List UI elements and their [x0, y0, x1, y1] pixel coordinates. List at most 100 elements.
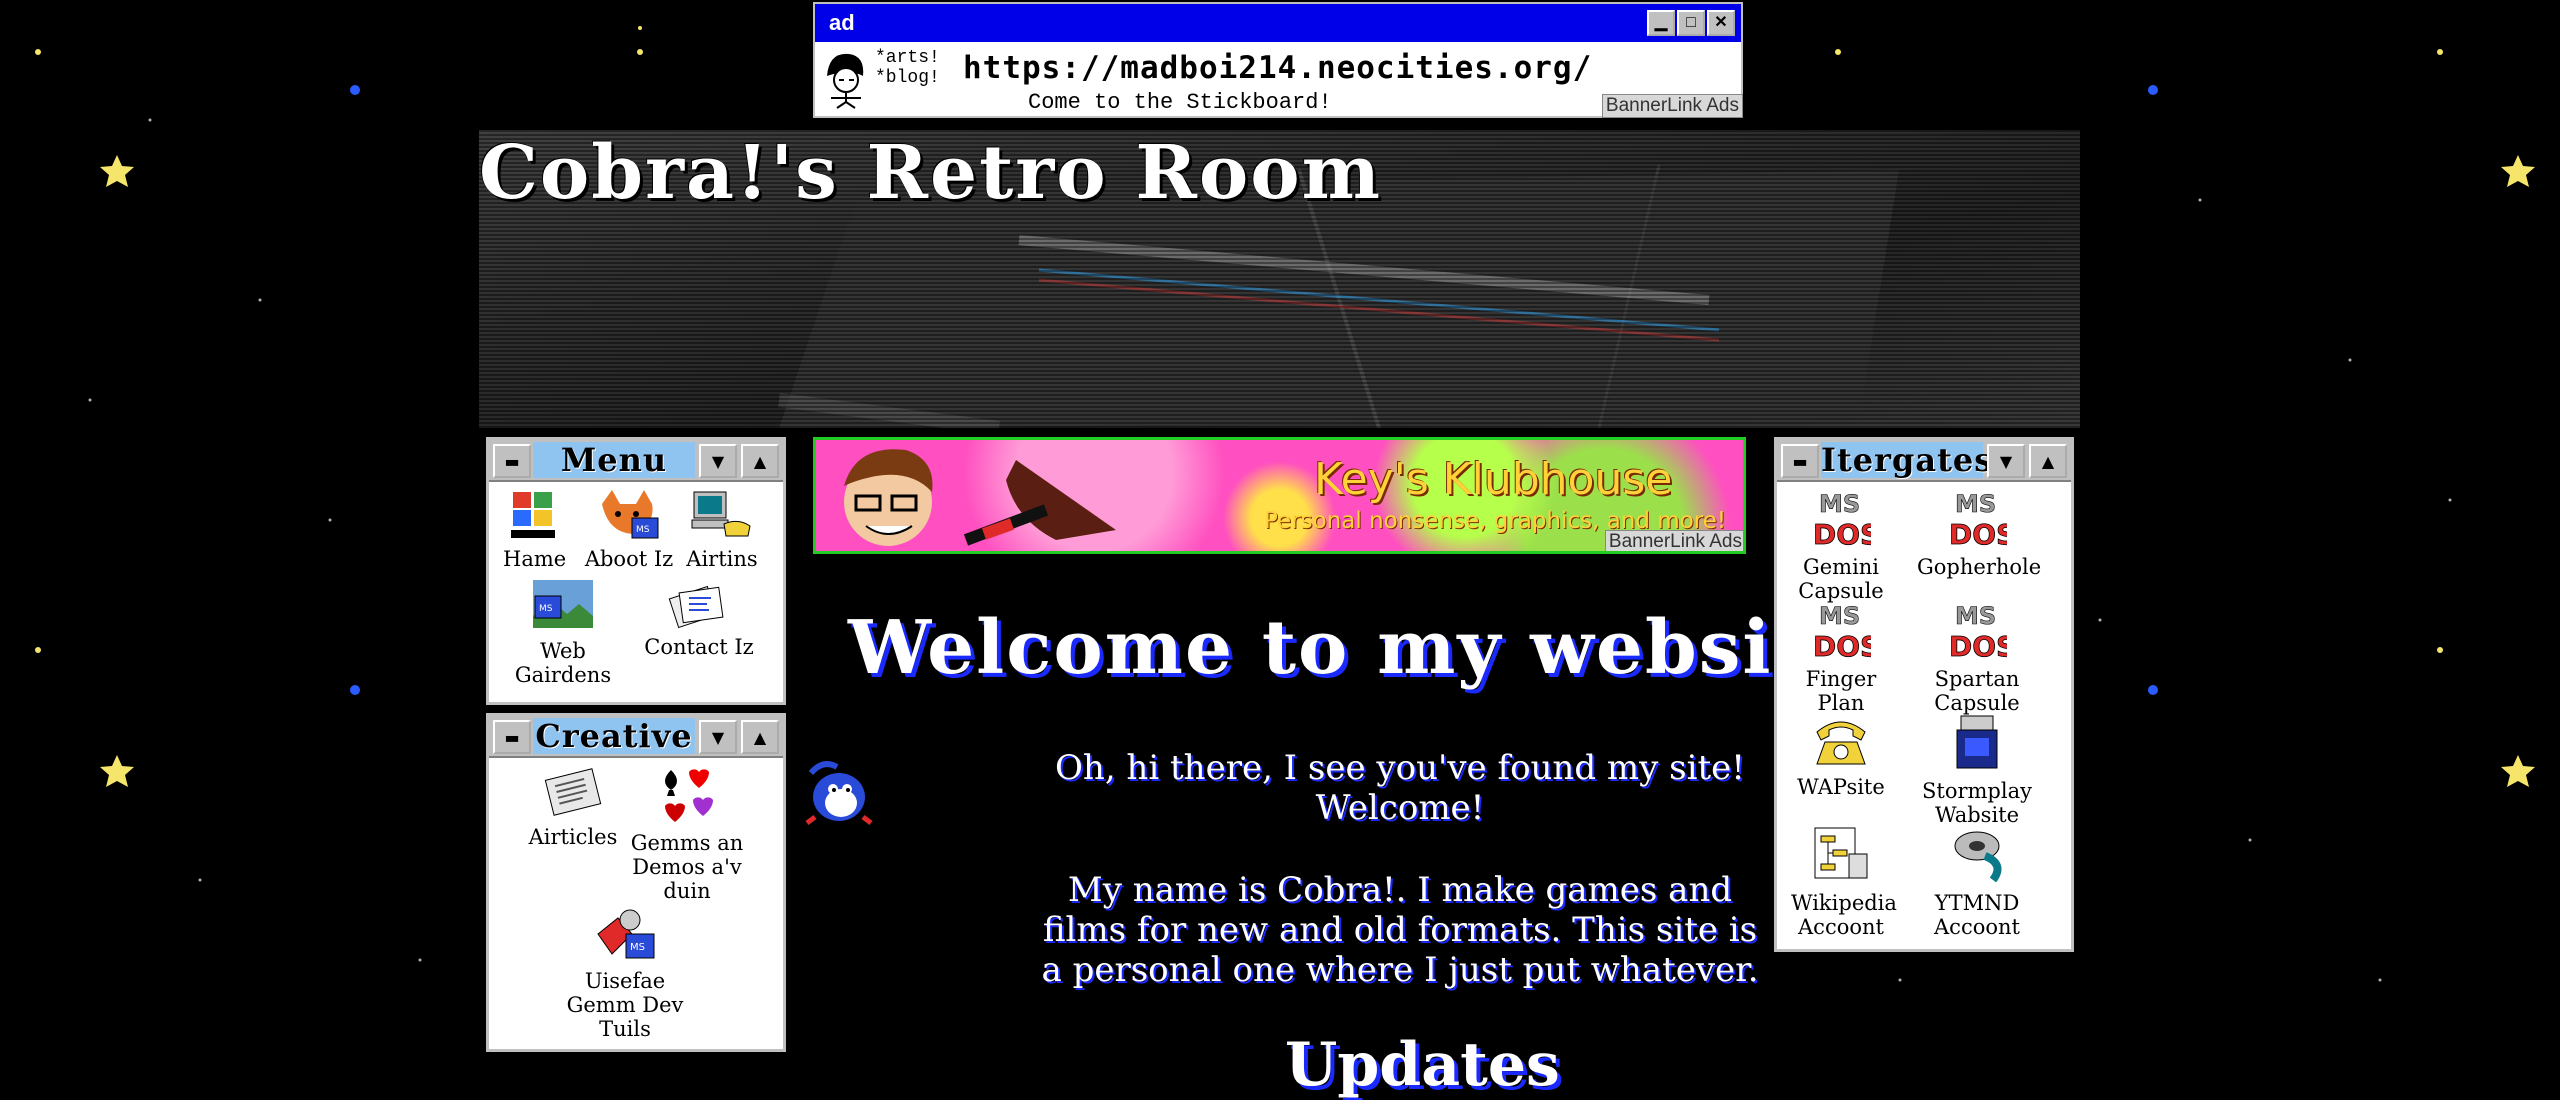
link-item-gemini[interactable]: MS DOS Gemini Capsule [1791, 488, 1891, 603]
svg-text:MS: MS [1819, 490, 1860, 518]
link-item-label: WAPsite [1797, 775, 1885, 799]
svg-text:MS: MS [539, 604, 553, 614]
stick-figure-icon [827, 53, 864, 109]
minimize-arrow-icon[interactable]: ▼ [699, 444, 737, 478]
itergates-panel-title: Itergates [1821, 441, 1994, 479]
link-item-wapsite[interactable]: WAPsite [1791, 712, 1891, 799]
computer-phone-icon [691, 491, 751, 537]
minimize-arrow-icon[interactable]: ▼ [699, 720, 737, 754]
menu-item-web-gairdens[interactable]: MS Web Gairdens [513, 576, 613, 687]
film-reel-icon [1954, 831, 2002, 883]
close-icon[interactable]: ✕ [1707, 10, 1735, 36]
msdos-tools-icon: MS [597, 909, 655, 959]
menu-item-aboot-iz[interactable]: MS Aboot Iz [579, 488, 679, 571]
maximize-arrow-icon[interactable]: ▲ [2029, 444, 2067, 478]
intro-line-1: Oh, hi there, I see you've found my site… [1055, 748, 1745, 788]
about-line-1: My name is Cobra!. I make games and [1067, 870, 1733, 910]
svg-text:MS: MS [1955, 490, 1996, 518]
maximize-arrow-icon[interactable]: ▲ [741, 444, 779, 478]
telephone-icon [1816, 721, 1866, 765]
intro-paragraph: Oh, hi there, I see you've found my site… [1030, 748, 1770, 828]
link-item-wikipedia[interactable]: Wikipedia Accoont [1791, 824, 1897, 939]
control-menu-icon[interactable]: ▬ [493, 720, 531, 754]
menu-item-contact-iz[interactable]: Contact Iz [639, 576, 759, 659]
intro-line-2: Welcome! [1315, 788, 1485, 828]
svg-text:DOS: DOS [1949, 518, 2007, 548]
msdos-icon: MS DOS [1949, 490, 2017, 552]
newspaper-icon [544, 768, 602, 816]
msdos-icon: MS DOS [1813, 490, 1881, 552]
svg-text:DOS: DOS [1813, 518, 1871, 548]
welcome-heading: Welcome to my website! [848, 605, 1893, 691]
ad-window-title: ad [829, 10, 855, 35]
about-paragraph: My name is Cobra!. I make games and film… [1030, 870, 1770, 990]
link-item-label: YTMND Accoont [1934, 891, 2020, 939]
creative-item-label: Gemms an Demos a'v duin [630, 831, 744, 903]
svg-text:DOS: DOS [1813, 630, 1871, 660]
header-banner: Cobra!'s Retro Room [479, 130, 2080, 428]
creative-item-label: Airticles [528, 825, 618, 849]
menu-item-airtins[interactable]: Airtins [679, 488, 765, 571]
about-line-3: a personal one where I just put whatever… [1041, 950, 1759, 990]
card-suits-icon [665, 769, 713, 822]
link-item-stormplay[interactable]: Stormplay Wabsite [1917, 712, 2037, 827]
itergates-panel-titlebar: ▬ Itergates ▼ ▲ [1777, 440, 2071, 482]
creative-item-label: Uisefae Gemm Dev Tuils [566, 969, 684, 1041]
about-line-2: films for new and old formats. This site… [1042, 910, 1758, 950]
wikipedia-chart-icon [1814, 827, 1868, 879]
menu-item-label: Contact Iz [644, 635, 754, 659]
svg-text:MS: MS [636, 525, 650, 535]
stormplay-icon [1956, 715, 1998, 769]
klubhouse-banner[interactable]: Key's Klubhouse Personal nonsense, graph… [813, 437, 1746, 554]
svg-text:MS: MS [1955, 602, 1996, 630]
link-item-label: Finger Plan [1805, 667, 1877, 715]
link-item-label: Gemini Capsule [1798, 555, 1884, 603]
creative-panel: ▬ Creative ▼ ▲ Airticles Gemms an Demos … [486, 713, 786, 1052]
menu-panel: ▬ Menu ▼ ▲ Hame MS Aboot Iz Airtins MS W… [486, 437, 786, 705]
menu-panel-title: Menu [533, 442, 695, 478]
bannerlink-ads-link[interactable]: BannerLink Ads [1604, 530, 1743, 551]
svg-text:MS: MS [630, 942, 645, 953]
minimize-arrow-icon[interactable]: ▼ [1987, 444, 2025, 478]
link-item-spartan[interactable]: MS DOS Spartan Capsule [1917, 600, 2037, 715]
klubhouse-title: Key's Klubhouse [1314, 454, 1673, 505]
menu-item-label: Airtins [686, 547, 758, 571]
link-item-label: Wikipedia Accoont [1791, 891, 1897, 939]
control-menu-icon[interactable]: ▬ [1781, 444, 1819, 478]
control-menu-icon[interactable]: ▬ [493, 444, 531, 478]
creative-item-uisefae-tuils[interactable]: MS Uisefae Gemm Dev Tuils [565, 904, 685, 1041]
ad-tagline: *arts! *blog! [875, 48, 940, 88]
site-title: Cobra!'s Retro Room [479, 130, 1382, 216]
bannerlink-ads-link[interactable]: BannerLink Ads [1601, 94, 1743, 118]
updates-heading: Updates [1285, 1030, 1560, 1100]
link-item-label: Gopherhole [1917, 555, 2042, 579]
itergates-panel: ▬ Itergates ▼ ▲ MS DOS Gemini Capsule MS… [1774, 437, 2074, 952]
msdos-icon: MS DOS [1813, 602, 1881, 664]
msdos-icon: MS DOS [1949, 602, 2017, 664]
maximize-arrow-icon[interactable]: ▲ [741, 720, 779, 754]
menu-panel-titlebar: ▬ Menu ▼ ▲ [489, 440, 783, 482]
ad-subtext: Come to the Stickboard! [1028, 90, 1332, 115]
creative-item-gemms-demos[interactable]: Gemms an Demos a'v duin [625, 766, 749, 903]
link-item-label: Spartan Capsule [1934, 667, 2020, 715]
ad-window[interactable]: ad ▁ □ ✕ *arts! *blog! https://madboi214… [813, 2, 1743, 118]
link-item-ytmnd[interactable]: YTMND Accoont [1917, 824, 2037, 939]
creative-item-airticles[interactable]: Airticles [523, 766, 623, 849]
menu-item-label: Hame [503, 547, 567, 571]
menu-item-label: Web Gairdens [514, 639, 612, 687]
link-item-finger-plan[interactable]: MS DOS Finger Plan [1791, 600, 1891, 715]
svg-text:DOS: DOS [1949, 630, 2007, 660]
maximize-icon[interactable]: □ [1677, 10, 1705, 36]
ad-url: https://madboi214.neocities.org/ [963, 50, 1593, 86]
cards-icon [668, 585, 724, 629]
msdos-landscape-icon: MS [533, 580, 593, 628]
klubhouse-mascot-icon [844, 449, 1116, 546]
windows-logo-icon [511, 492, 555, 538]
link-item-gopherhole[interactable]: MS DOS Gopherhole [1917, 488, 2042, 579]
mascot-character-icon [805, 761, 873, 825]
minimize-icon[interactable]: ▁ [1647, 10, 1675, 36]
fox-msdos-icon: MS [602, 490, 659, 539]
ad-window-titlebar: ad ▁ □ ✕ [815, 4, 1741, 42]
creative-panel-titlebar: ▬ Creative ▼ ▲ [489, 716, 783, 758]
menu-item-hame[interactable]: Hame [503, 488, 567, 571]
